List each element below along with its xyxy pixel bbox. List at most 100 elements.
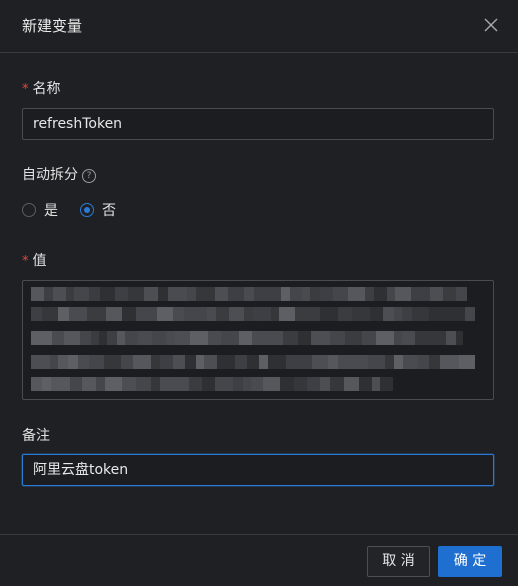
pixel-block <box>89 287 100 301</box>
required-mark: * <box>22 82 29 97</box>
pixel-block <box>268 355 286 369</box>
pixel-block <box>185 355 196 369</box>
pixel-block <box>192 307 207 321</box>
note-label-text: 备注 <box>22 428 50 444</box>
pixel-block <box>136 307 147 321</box>
value-label: * 值 <box>22 252 47 271</box>
pixel-block <box>429 355 440 369</box>
pixel-block <box>281 287 290 301</box>
dialog-title: 新建变量 <box>22 17 83 35</box>
pixel-block <box>121 355 133 369</box>
pixel-block <box>344 377 359 391</box>
auto-split-label: 自动拆分? <box>22 166 96 184</box>
pixel-block <box>253 307 271 321</box>
pixel-block <box>412 307 429 321</box>
pixel-block <box>429 307 438 321</box>
pixel-block <box>107 331 117 345</box>
pixel-block <box>106 307 122 321</box>
pixel-block <box>87 307 106 321</box>
name-label: * 名称 <box>22 80 61 99</box>
pixel-block <box>69 307 87 321</box>
pixel-block <box>345 331 362 345</box>
pixel-block <box>294 377 307 391</box>
auto-split-radio-group: 是 否 <box>22 200 138 220</box>
pixel-block <box>202 377 215 391</box>
pixel-block <box>228 287 244 301</box>
pixel-block <box>207 307 216 321</box>
pixel-block <box>52 331 64 345</box>
pixel-block <box>158 287 168 301</box>
radio-yes-circle[interactable] <box>22 203 36 217</box>
pixel-block <box>394 307 402 321</box>
pixel-block <box>51 377 70 391</box>
pixel-block <box>100 287 115 301</box>
pixel-block <box>82 377 96 391</box>
radio-no-circle[interactable] <box>80 203 94 217</box>
pixel-block <box>144 287 158 301</box>
pixel-block <box>172 377 189 391</box>
pixel-block <box>310 307 320 321</box>
pixel-block <box>280 377 294 391</box>
pixel-block <box>239 331 252 345</box>
pixel-block <box>394 355 403 369</box>
name-input[interactable]: refreshToken <box>22 108 494 140</box>
pixel-block <box>58 307 69 321</box>
close-icon[interactable] <box>482 16 500 34</box>
pixel-block <box>31 287 44 301</box>
pixel-block <box>456 287 467 301</box>
pixel-block <box>362 331 376 345</box>
pixel-block <box>152 331 166 345</box>
pixel-block <box>39 331 52 345</box>
name-label-text: 名称 <box>32 81 61 97</box>
pixel-block <box>160 355 173 369</box>
value-textarea[interactable] <box>22 280 494 400</box>
pixel-block <box>446 331 456 345</box>
pixel-block <box>64 331 80 345</box>
pixel-block <box>459 355 475 369</box>
pixel-block <box>411 287 430 301</box>
pixel-block <box>173 307 184 321</box>
pixel-block <box>50 355 58 369</box>
pixel-block <box>91 331 99 345</box>
note-input[interactable]: 阿里云盘token <box>22 454 494 486</box>
pixel-block <box>221 331 239 345</box>
pixel-block <box>136 377 151 391</box>
pixel-block <box>374 287 387 301</box>
pixel-block <box>383 307 394 321</box>
pixel-block <box>254 287 267 301</box>
pixel-block <box>208 331 221 345</box>
pixel-block <box>271 307 279 321</box>
confirm-button[interactable]: 确 定 <box>438 546 502 577</box>
dialog-footer: 取 消 确 定 <box>0 534 518 586</box>
pixel-block <box>104 355 121 369</box>
pixel-block <box>283 331 298 345</box>
pixel-block <box>216 307 229 321</box>
pixel-block <box>295 307 310 321</box>
radio-yes[interactable]: 是 <box>22 200 58 220</box>
pixel-block <box>403 355 418 369</box>
pixel-block <box>430 331 446 345</box>
pixel-block <box>456 331 463 345</box>
pixel-block <box>290 287 302 301</box>
pixel-block <box>128 287 144 301</box>
pixel-block <box>385 355 394 369</box>
pixel-block <box>359 377 372 391</box>
pixel-block <box>89 355 104 369</box>
pixel-block <box>96 377 105 391</box>
pixel-block <box>173 355 185 369</box>
pixel-block <box>187 287 196 301</box>
radio-no[interactable]: 否 <box>80 200 116 220</box>
pixel-block <box>312 355 328 369</box>
pixel-block <box>184 307 192 321</box>
question-circle-icon[interactable]: ? <box>82 169 96 183</box>
pixel-block <box>115 287 128 301</box>
pixel-block <box>465 307 475 321</box>
pixel-block <box>133 355 151 369</box>
pixel-block <box>68 355 78 369</box>
cancel-button[interactable]: 取 消 <box>367 546 430 577</box>
pixel-block <box>370 307 383 321</box>
pixel-block <box>190 331 208 345</box>
pixel-block <box>235 355 247 369</box>
pixel-block <box>330 307 338 321</box>
new-variable-dialog: 新建变量 *名称 refreshToken 自动拆分? 是 否 *值 备注 <box>0 0 518 586</box>
